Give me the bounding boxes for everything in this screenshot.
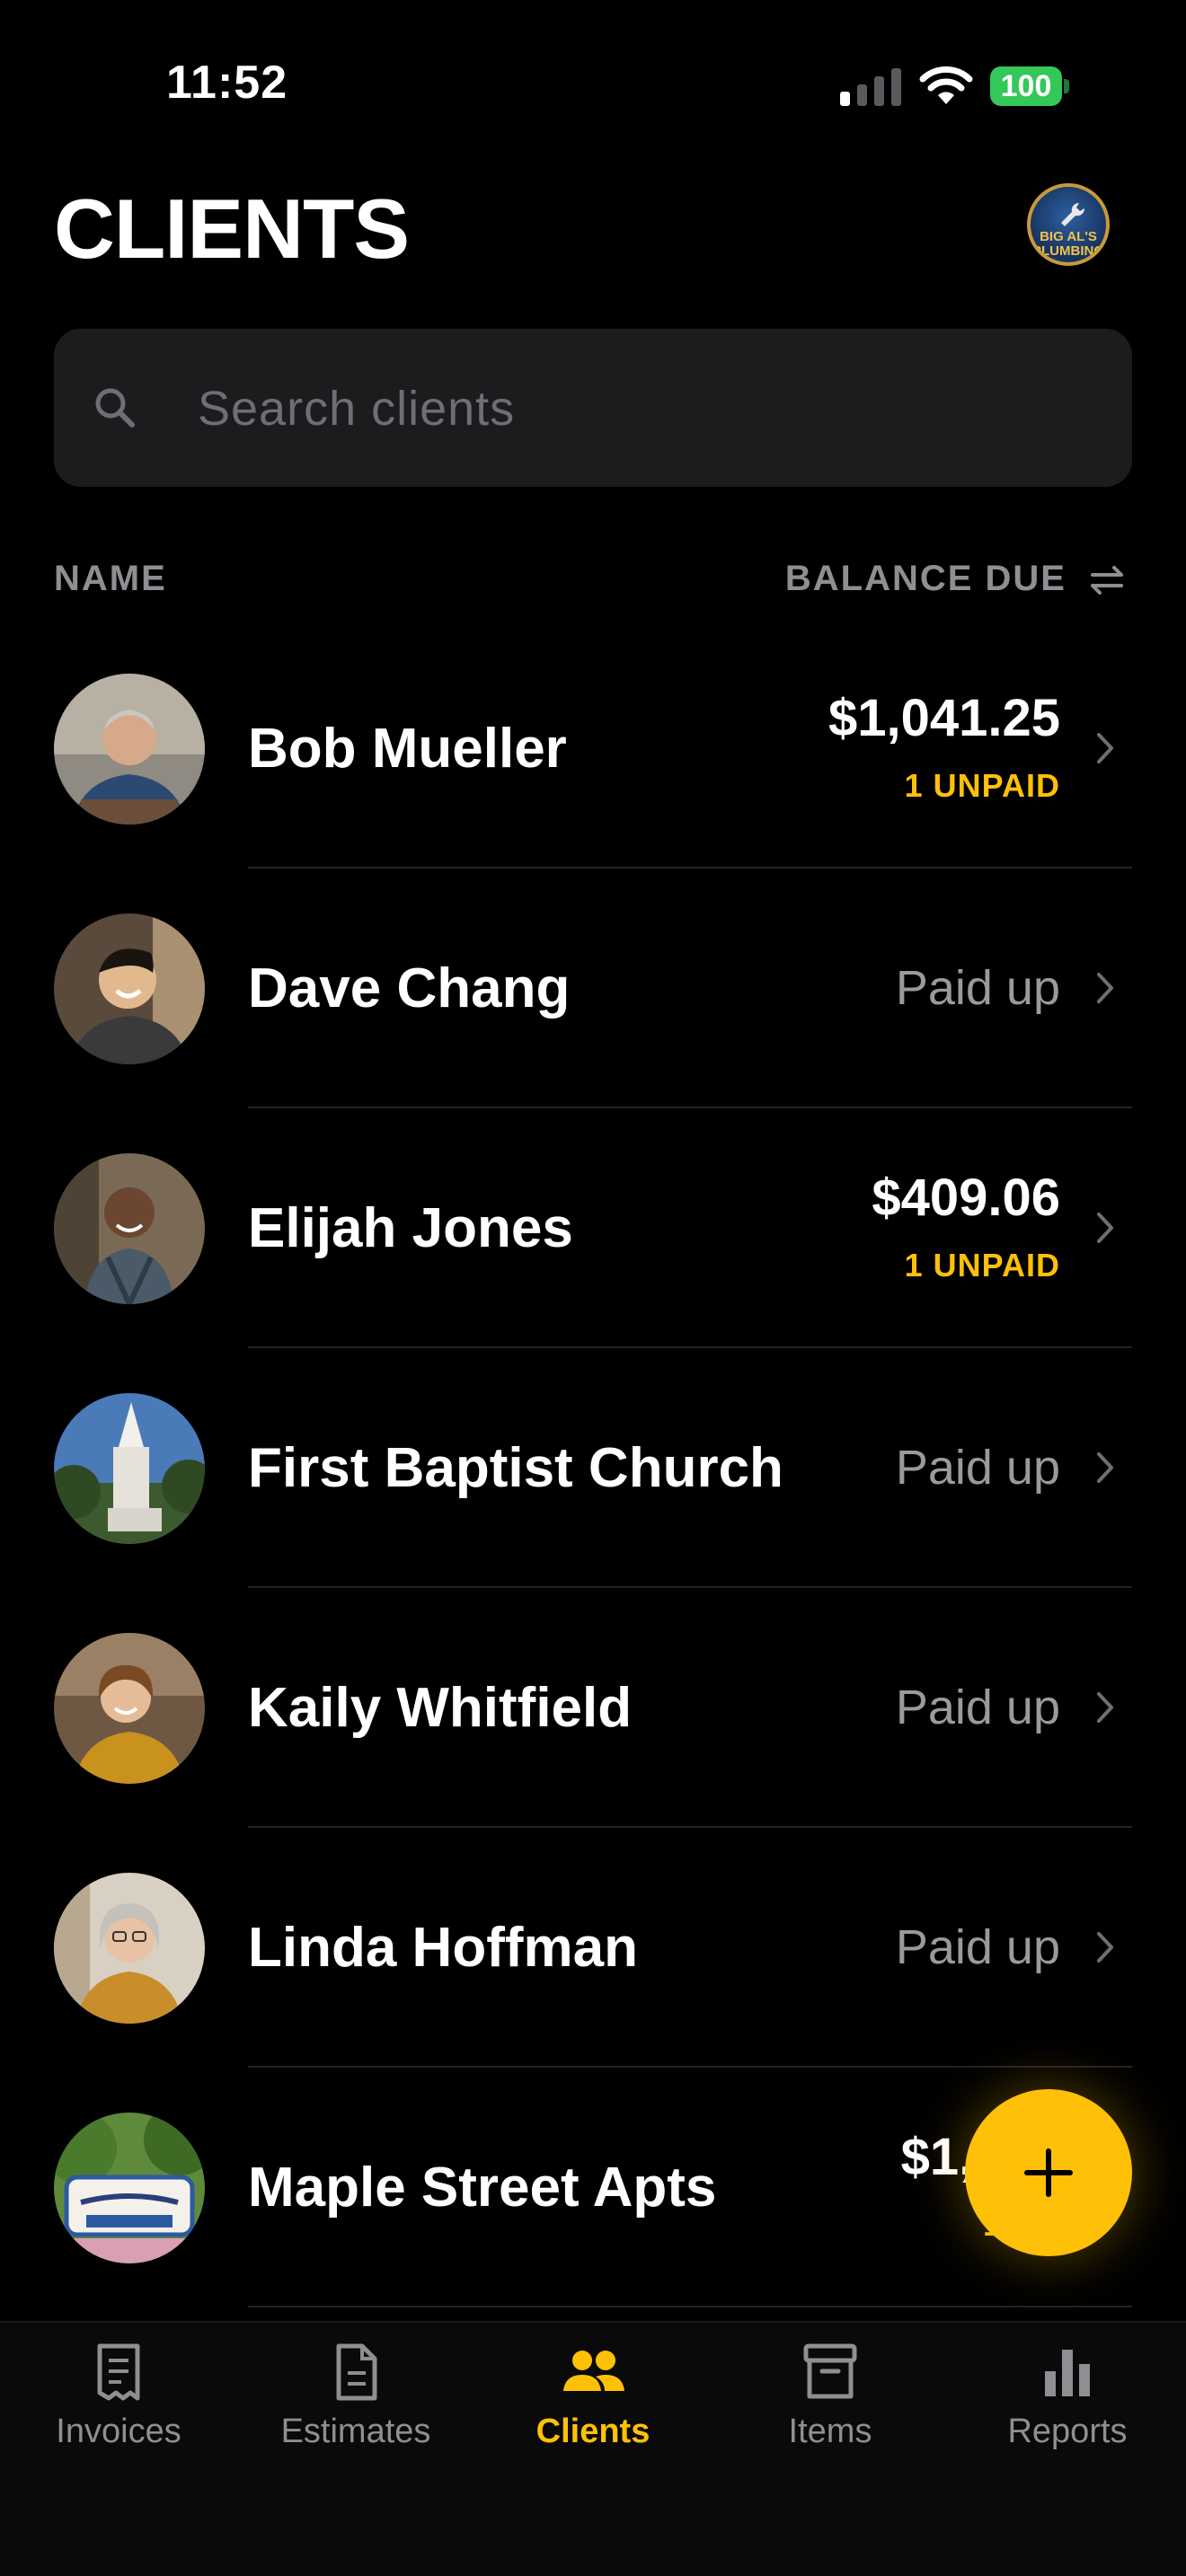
client-avatar xyxy=(54,1153,205,1304)
status-bar: 11:52 100 xyxy=(0,0,1186,171)
chevron-right-icon xyxy=(1097,1692,1113,1723)
client-name: Dave Chang xyxy=(248,957,571,1019)
tab-invoices[interactable]: Invoices xyxy=(11,2341,226,2502)
balance-amount: $409.06 xyxy=(872,1169,1060,1227)
document-icon xyxy=(336,2343,377,2401)
client-name: Maple Street Apts xyxy=(248,2157,717,2219)
search-input[interactable] xyxy=(196,329,1098,489)
app-screen: 11:52 100 CLIENTS BIG AL'S PLUMBING Sear… xyxy=(0,0,1186,2576)
search-icon xyxy=(95,388,135,428)
search-bar[interactable] xyxy=(54,329,1132,489)
client-name: Bob Mueller xyxy=(248,718,567,780)
client-name: Kaily Whitfield xyxy=(248,1677,633,1739)
wrench-icon xyxy=(1061,202,1085,226)
chevron-right-icon xyxy=(1097,733,1113,763)
battery-level: 100 xyxy=(990,66,1062,106)
chevron-right-icon xyxy=(1097,1452,1113,1483)
battery-icon: 100 xyxy=(990,66,1069,106)
row-divider xyxy=(248,2306,1132,2307)
chevron-right-icon xyxy=(1097,1213,1113,1243)
client-name: First Baptist Church xyxy=(248,1437,783,1499)
plus-icon xyxy=(1024,2148,1073,2197)
unpaid-badge: 1 UNPAID xyxy=(904,767,1060,804)
client-row-bob-mueller[interactable]: Bob Mueller $1,041.25 1 UNPAID xyxy=(0,629,1186,869)
tab-reports[interactable]: Reports xyxy=(960,2341,1175,2502)
tab-label: Estimates xyxy=(280,2413,431,2450)
tab-estimates[interactable]: Estimates xyxy=(248,2341,464,2502)
chevron-right-icon xyxy=(1097,973,1113,1003)
tab-label: Invoices xyxy=(56,2413,181,2450)
paid-up-status: Paid up xyxy=(895,1920,1060,1974)
client-row-linda-hoffman[interactable]: Linda Hoffman Paid up xyxy=(0,1828,1186,2068)
client-row-elijah-jones[interactable]: Elijah Jones $409.06 1 UNPAID xyxy=(0,1108,1186,1348)
client-avatar xyxy=(54,913,205,1064)
client-row-dave-chang[interactable]: Dave Chang Paid up xyxy=(0,869,1186,1108)
logo-text: BIG AL'S PLUMBING xyxy=(1032,229,1104,259)
chevron-right-icon xyxy=(1097,1932,1113,1963)
client-avatar xyxy=(54,1633,205,1784)
client-avatar xyxy=(54,2113,205,2263)
client-row-kaily-whitfield[interactable]: Kaily Whitfield Paid up xyxy=(0,1588,1186,1828)
sort-toggle-icon[interactable] xyxy=(1085,562,1128,598)
client-avatar xyxy=(54,674,205,825)
paid-up-status: Paid up xyxy=(895,961,1060,1015)
client-avatar xyxy=(54,1393,205,1544)
receipt-icon xyxy=(97,2343,140,2401)
wifi-icon xyxy=(919,66,973,104)
status-time: 11:52 xyxy=(166,57,288,109)
add-client-button[interactable] xyxy=(965,2089,1132,2256)
paid-up-status: Paid up xyxy=(895,1681,1060,1734)
bar-chart-icon xyxy=(1045,2350,1090,2396)
tab-label: Clients xyxy=(535,2413,651,2450)
balance-amount: $1,041.25 xyxy=(828,689,1060,747)
tab-label: Items xyxy=(788,2413,872,2450)
column-header-balance-due[interactable]: BALANCE DUE xyxy=(785,559,1067,599)
paid-up-status: Paid up xyxy=(895,1441,1060,1495)
archive-box-icon xyxy=(803,2343,857,2399)
tab-clients[interactable]: Clients xyxy=(485,2341,701,2502)
company-logo-avatar[interactable]: BIG AL'S PLUMBING xyxy=(1027,183,1110,266)
client-avatar xyxy=(54,1873,205,2024)
tab-items[interactable]: Items xyxy=(722,2341,938,2502)
bottom-tab-bar: Invoices Estimates Clients Items Reports xyxy=(0,2321,1186,2576)
client-row-first-baptist-church[interactable]: First Baptist Church Paid up xyxy=(0,1348,1186,1588)
client-name: Linda Hoffman xyxy=(248,1917,638,1979)
tab-label: Reports xyxy=(1007,2413,1128,2450)
cellular-signal-icon xyxy=(840,66,901,106)
client-name: Elijah Jones xyxy=(248,1197,573,1259)
page-title: CLIENTS xyxy=(54,181,410,276)
column-header-name[interactable]: NAME xyxy=(54,559,167,599)
unpaid-badge: 1 UNPAID xyxy=(904,1247,1060,1284)
people-icon xyxy=(563,2351,624,2391)
